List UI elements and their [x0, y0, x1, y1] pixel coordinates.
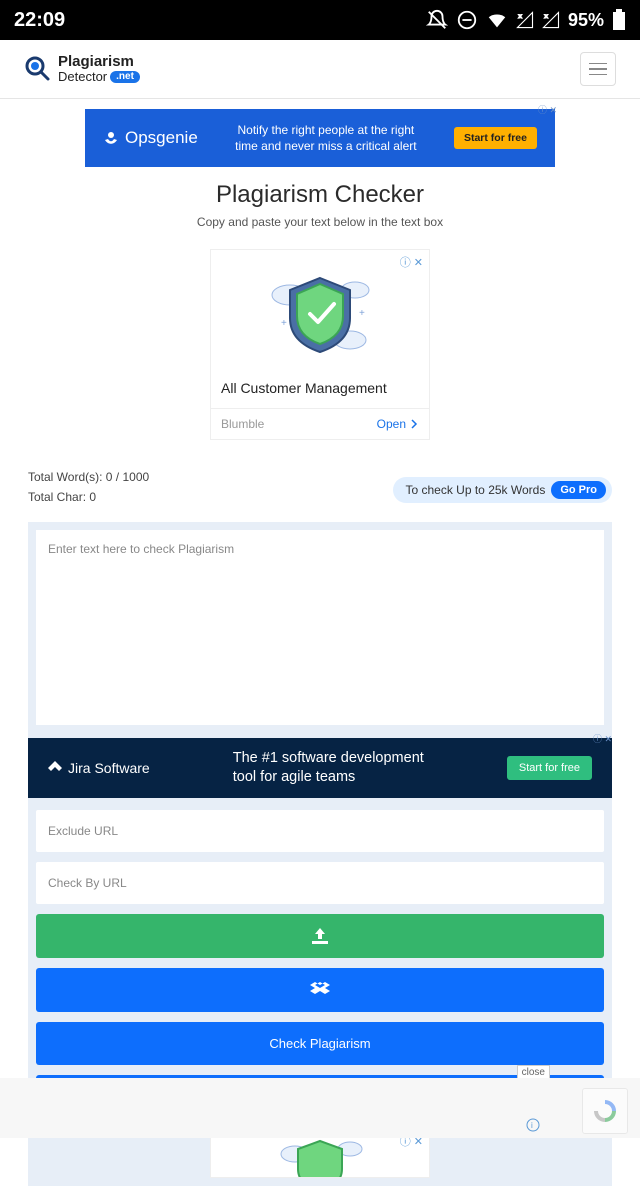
- svg-text:i: i: [531, 1121, 533, 1130]
- ad-cta-button[interactable]: Start for free: [507, 756, 592, 780]
- logo[interactable]: Plagiarism Detector.net: [24, 54, 140, 83]
- page-title: Plagiarism Checker: [28, 181, 612, 209]
- logo-text: Plagiarism Detector.net: [58, 54, 140, 83]
- gopro-text: To check Up to 25k Words: [405, 483, 545, 497]
- ad-image: + +: [211, 250, 429, 370]
- ad-cta-button[interactable]: Start for free: [454, 127, 537, 149]
- ad-info-close-icon[interactable]: ⓘ ✕: [400, 254, 423, 270]
- svg-text:x: x: [544, 13, 548, 20]
- ad-banner-opsgenie[interactable]: ⓘ ✕ Opsgenie Notify the right people at …: [85, 109, 555, 167]
- ad-text: The #1 software developmenttool for agil…: [233, 749, 424, 787]
- upload-button[interactable]: [36, 914, 604, 958]
- ad-brand: Opsgenie: [103, 128, 198, 148]
- wifi-icon: [486, 9, 508, 31]
- check-plagiarism-button[interactable]: Check Plagiarism: [36, 1022, 604, 1065]
- ad-brand-label: Blumble: [221, 417, 264, 431]
- ad-info-close-icon[interactable]: ⓘ ✕: [593, 732, 612, 745]
- status-bar: 22:09 x x 95%: [0, 0, 640, 40]
- plagiarism-input[interactable]: [36, 530, 604, 725]
- signal-icon-1: x: [516, 11, 534, 29]
- gopro-button[interactable]: Go Pro: [551, 481, 606, 499]
- counters: Total Word(s): 0 / 1000 Total Char: 0: [28, 470, 149, 510]
- battery-percent: 95%: [568, 10, 604, 31]
- upload-icon: [311, 928, 329, 944]
- bottom-bar: i: [0, 1078, 640, 1138]
- signal-icon-2: x: [542, 11, 560, 29]
- net-badge: .net: [110, 71, 140, 84]
- check-by-url-input[interactable]: [36, 862, 604, 904]
- info-icon[interactable]: i: [526, 1118, 540, 1132]
- ad-brand: Jira Software: [48, 760, 150, 776]
- ad-open-button[interactable]: Open: [377, 417, 419, 431]
- page-subtitle: Copy and paste your text below in the te…: [28, 215, 612, 229]
- dropbox-icon: [310, 982, 330, 998]
- ad-banner-jira[interactable]: ⓘ ✕ Jira Software The #1 software develo…: [28, 738, 612, 798]
- ad-body-text: All Customer Management: [211, 370, 429, 408]
- word-count: Total Word(s): 0 / 1000: [28, 470, 149, 484]
- chevron-right-icon: [409, 419, 419, 429]
- hamburger-menu-button[interactable]: [580, 52, 616, 86]
- svg-text:+: +: [359, 308, 365, 319]
- gopro-pill[interactable]: To check Up to 25k Words Go Pro: [393, 477, 612, 503]
- textarea-block: [28, 522, 612, 738]
- svg-text:x: x: [518, 13, 522, 20]
- ad-card-blumble[interactable]: ⓘ ✕ + + All Customer Management Blumble …: [210, 249, 430, 440]
- dnd-icon: [456, 9, 478, 31]
- recaptcha-badge: [582, 1088, 628, 1134]
- opsgenie-icon: [103, 130, 119, 146]
- exclude-url-input[interactable]: [36, 810, 604, 852]
- recaptcha-icon: [591, 1097, 619, 1125]
- status-time: 22:09: [14, 9, 65, 32]
- magnifier-icon: [24, 55, 52, 83]
- notifications-off-icon: [426, 9, 448, 31]
- ad-text: Notify the right people at the righttime…: [235, 122, 416, 154]
- app-header: Plagiarism Detector.net: [0, 40, 640, 99]
- svg-text:+: +: [281, 318, 287, 329]
- battery-icon: [612, 9, 626, 31]
- ad-info-close-icon[interactable]: ⓘ ✕: [538, 103, 557, 116]
- status-icons: x x 95%: [426, 9, 626, 31]
- dropbox-button[interactable]: [36, 968, 604, 1012]
- jira-icon: [48, 761, 62, 775]
- char-count: Total Char: 0: [28, 490, 149, 504]
